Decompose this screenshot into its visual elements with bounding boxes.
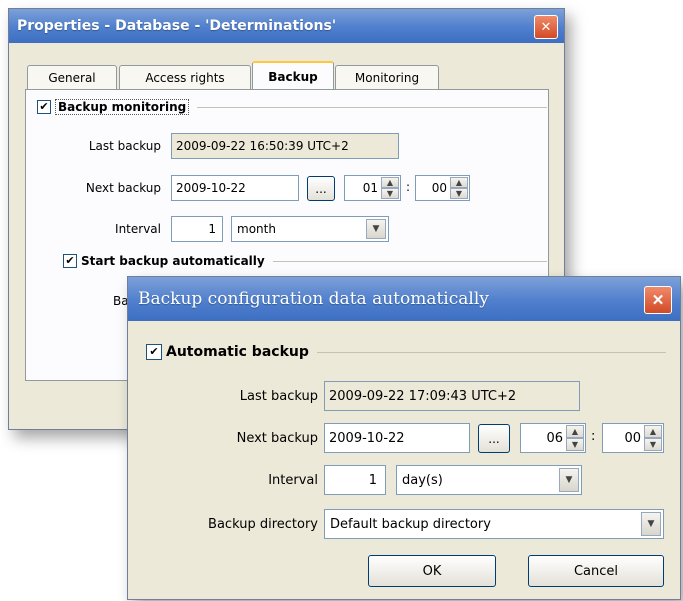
minute-arrows[interactable]: ▲ ▼ [450, 177, 468, 199]
tab-monitoring-label: Monitoring [354, 70, 420, 85]
spin-down-icon[interactable]: ▼ [450, 188, 468, 199]
hour-value: 01 [362, 181, 378, 195]
interval-value-field[interactable]: 1 [171, 216, 223, 242]
last-backup-field: 2009-09-22 16:50:39 UTC+2 [171, 133, 399, 159]
spin-down-icon[interactable]: ▼ [566, 438, 584, 451]
dialog-interval-unit-value: day(s) [402, 472, 443, 488]
backup-monitoring-checkbox[interactable]: ✔ [37, 100, 51, 114]
backup-directory-select[interactable]: Default backup directory ▼ [324, 509, 664, 539]
spin-up-icon[interactable]: ▲ [450, 177, 468, 188]
minute-value: 00 [431, 181, 447, 195]
group-divider [197, 106, 547, 108]
dialog-minute-arrows[interactable]: ▲ ▼ [644, 425, 662, 451]
tab-backup[interactable]: Backup [252, 61, 334, 91]
next-backup-label: Next backup [85, 181, 161, 195]
interval-value: 1 [208, 222, 216, 236]
minute-spinner[interactable]: 00 ▲ ▼ [415, 175, 470, 201]
interval-label: Interval [115, 222, 161, 236]
hour-spinner[interactable]: 01 ▲ ▼ [344, 175, 401, 201]
backup-config-close-button[interactable]: ✕ [644, 286, 672, 314]
spin-down-icon[interactable]: ▼ [644, 438, 662, 451]
automatic-backup-label: Automatic backup [166, 344, 309, 360]
properties-title-bar: Properties - Database - 'Determinations'… [9, 9, 564, 43]
properties-close-button[interactable]: ✕ [534, 15, 558, 39]
chevron-down-icon[interactable]: ▼ [641, 512, 661, 536]
chevron-down-icon[interactable]: ▼ [366, 219, 386, 239]
last-backup-label: Last backup [88, 139, 161, 153]
dialog-interval-value: 1 [368, 472, 377, 488]
cancel-label: Cancel [573, 563, 619, 579]
dialog-next-backup-browse-button[interactable]: ... [478, 424, 510, 453]
automatic-backup-checkbox[interactable]: ✔ [146, 344, 162, 360]
dialog-minute-spinner[interactable]: 00 ▲ ▼ [602, 423, 664, 453]
tab-general-label: General [48, 70, 96, 85]
tab-monitoring[interactable]: Monitoring [335, 65, 439, 89]
dialog-interval-value-field[interactable]: 1 [324, 465, 386, 495]
start-backup-auto-group: ✔ Start backup automatically [63, 251, 547, 271]
dialog-hour-value: 06 [546, 430, 563, 446]
dialog-minute-value: 00 [624, 430, 641, 446]
check-icon: ✔ [39, 100, 49, 113]
spin-up-icon[interactable]: ▲ [381, 177, 399, 188]
browse-label: ... [488, 431, 500, 446]
tab-general[interactable]: General [27, 65, 117, 89]
next-backup-date-field[interactable]: 2009-10-22 [171, 175, 299, 201]
dialog-last-backup-label: Last backup [239, 389, 318, 404]
backup-config-title: Backup configuration data automatically [138, 289, 489, 309]
ok-button[interactable]: OK [368, 555, 496, 587]
chevron-down-icon[interactable]: ▼ [559, 468, 579, 492]
backup-config-title-bar: Backup configuration data automatically … [128, 277, 680, 321]
browse-label: ... [315, 181, 327, 196]
dialog-next-backup-label: Next backup [236, 431, 318, 446]
dialog-interval-label: Interval [268, 473, 318, 488]
backup-config-dialog: Backup configuration data automatically … [127, 276, 681, 600]
time-separator: : [406, 180, 411, 194]
check-icon: ✔ [65, 254, 75, 267]
dialog-time-separator: : [591, 429, 596, 444]
backup-directory-label: Backup directory [208, 517, 318, 532]
tab-backup-label: Backup [268, 70, 318, 84]
dialog-interval-unit-select[interactable]: day(s) ▼ [396, 465, 582, 495]
check-icon: ✔ [149, 345, 159, 358]
properties-title: Properties - Database - 'Determinations' [17, 18, 337, 34]
dialog-last-backup-field: 2009-09-22 17:09:43 UTC+2 [324, 381, 580, 411]
cancel-button[interactable]: Cancel [528, 555, 664, 587]
automatic-backup-group: ✔ Automatic backup [146, 341, 666, 363]
interval-unit-value: month [237, 222, 276, 236]
backup-monitoring-label: Backup monitoring [55, 99, 190, 115]
backup-monitoring-group: ✔ Backup monitoring [37, 97, 547, 117]
tab-access-rights[interactable]: Access rights [119, 65, 251, 89]
dialog-hour-spinner[interactable]: 06 ▲ ▼ [520, 423, 586, 453]
start-backup-auto-label: Start backup automatically [81, 254, 265, 268]
close-icon: ✕ [651, 291, 665, 309]
hour-arrows[interactable]: ▲ ▼ [381, 177, 399, 199]
close-icon: ✕ [540, 19, 552, 35]
group-divider [272, 260, 547, 262]
next-backup-browse-button[interactable]: ... [307, 176, 335, 201]
spin-down-icon[interactable]: ▼ [381, 188, 399, 199]
start-backup-auto-checkbox[interactable]: ✔ [63, 254, 77, 268]
spin-up-icon[interactable]: ▲ [644, 425, 662, 438]
group-divider [316, 351, 666, 353]
tab-access-rights-label: Access rights [145, 70, 225, 85]
ok-label: OK [422, 563, 442, 579]
dialog-hour-arrows[interactable]: ▲ ▼ [566, 425, 584, 451]
spin-up-icon[interactable]: ▲ [566, 425, 584, 438]
interval-unit-select[interactable]: month ▼ [231, 216, 389, 242]
backup-directory-value: Default backup directory [330, 516, 491, 532]
dialog-next-backup-date-field[interactable]: 2009-10-22 [324, 423, 470, 453]
